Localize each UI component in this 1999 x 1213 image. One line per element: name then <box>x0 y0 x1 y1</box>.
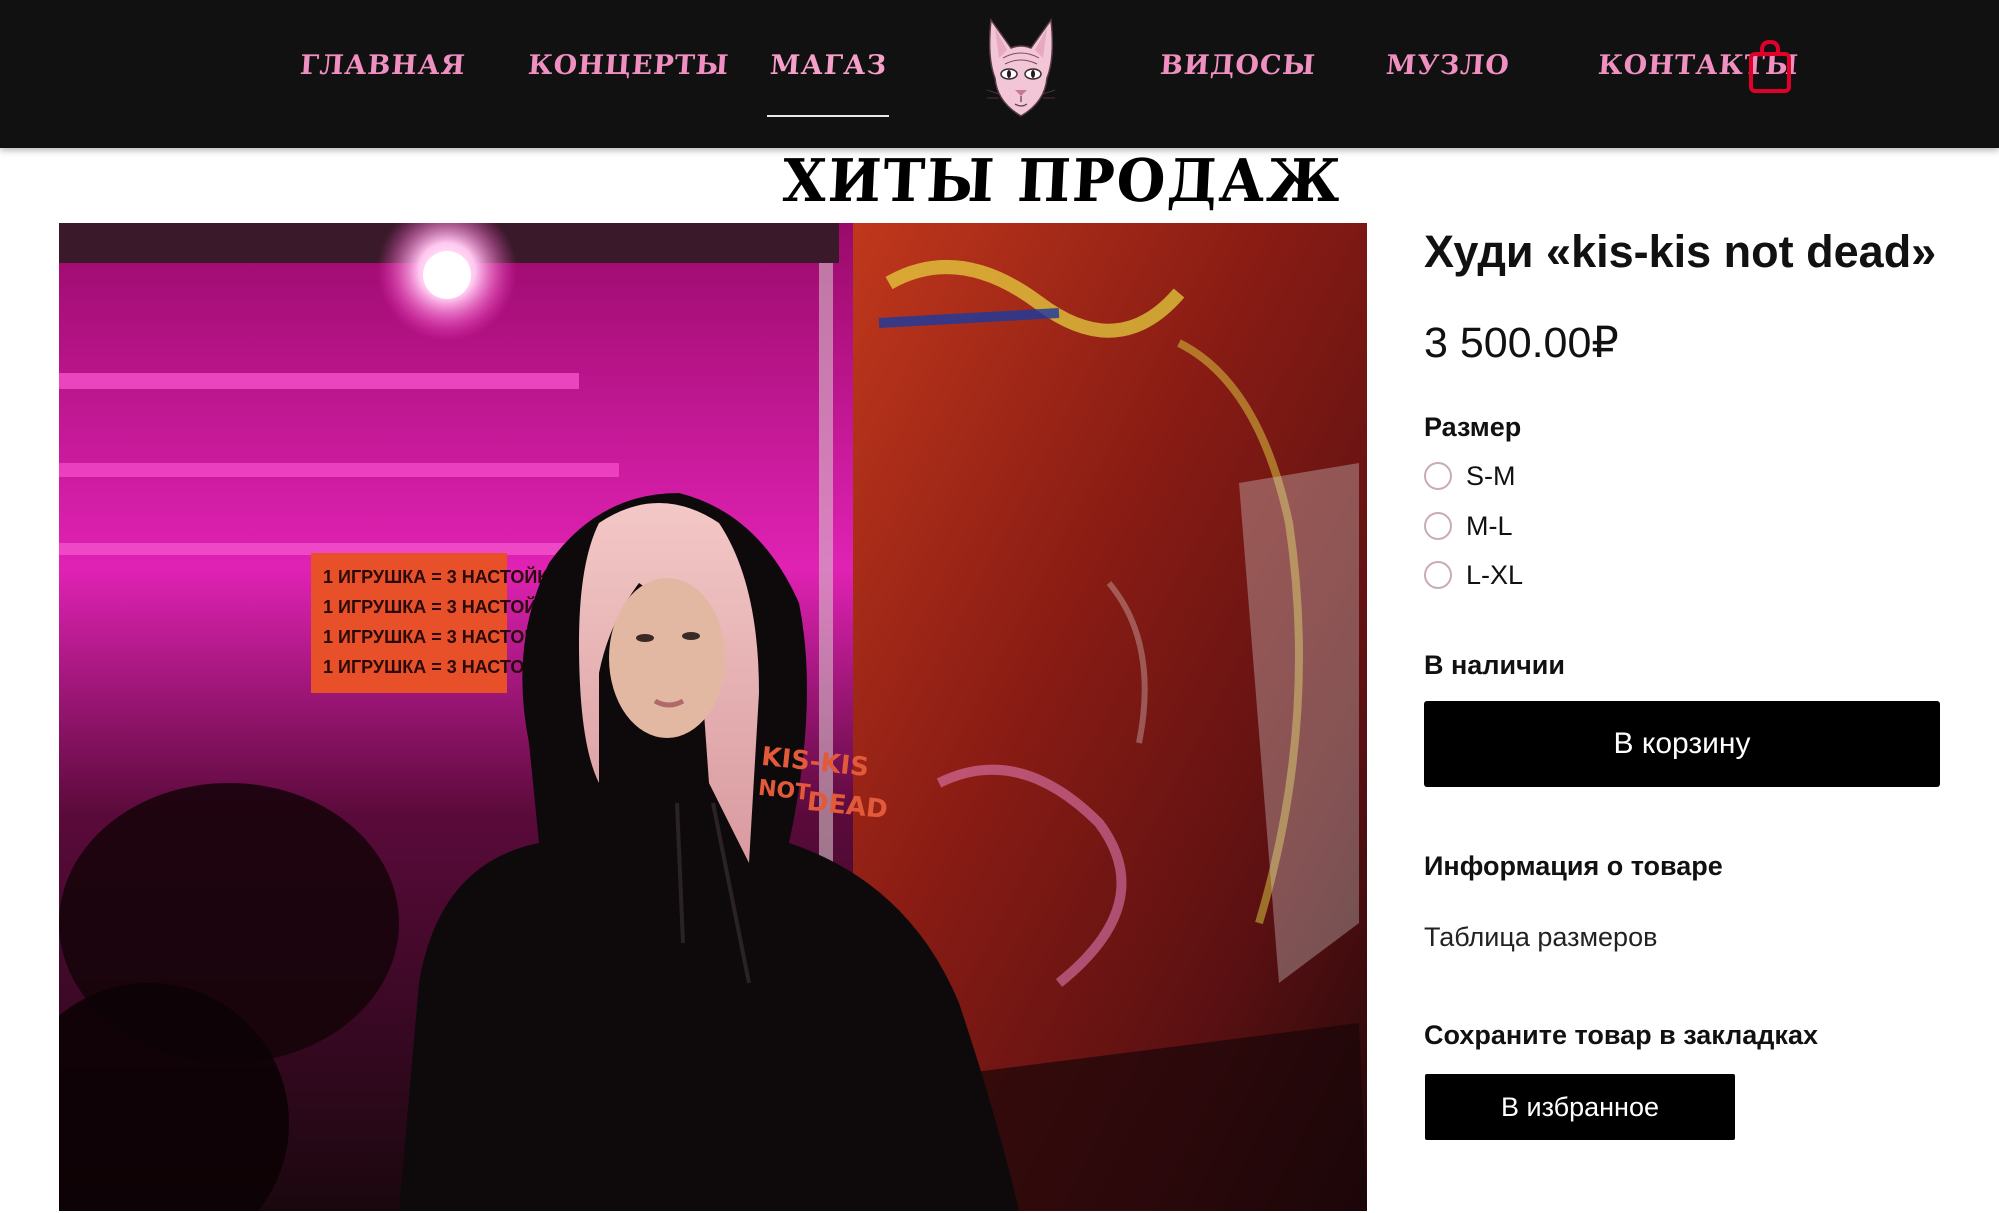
add-to-cart-button[interactable]: В корзину <box>1424 701 1940 787</box>
active-nav-underline <box>767 115 889 117</box>
site-header: ГЛАВНАЯ КОНЦЕРТЫ МАГАЗ ВИДОСЫ МУЗЛО КОНТ… <box>0 0 1999 148</box>
radio-button[interactable] <box>1424 462 1452 490</box>
stock-status: В наличии <box>1424 650 1565 680</box>
size-option-label: S-M <box>1466 460 1516 491</box>
product-photo[interactable]: 1 ИГРУШКА = 3 НАСТОЙКИ! 1 ИГРУШКА = 3 НА… <box>59 223 1367 1211</box>
nav-music[interactable]: МУЗЛО <box>1384 44 1511 88</box>
size-label: Размер <box>1424 412 1522 442</box>
size-option-label: M-L <box>1466 510 1513 541</box>
product-title: Худи «kis-kis not dead» <box>1424 226 1937 277</box>
size-option-l-xl[interactable]: L-XL <box>1424 557 1523 593</box>
size-option-s-m[interactable]: S-M <box>1424 458 1516 494</box>
nav-home[interactable]: ГЛАВНАЯ <box>298 44 467 88</box>
product-info-heading[interactable]: Информация о товаре <box>1424 851 1723 882</box>
radio-button[interactable] <box>1424 512 1452 540</box>
nav-concerts[interactable]: КОНЦЕРТЫ <box>526 44 730 88</box>
sign-text: 1 ИГРУШКА = 3 НАСТОЙКИ! <box>323 566 567 587</box>
nav-videos[interactable]: ВИДОСЫ <box>1158 44 1317 88</box>
radio-button[interactable] <box>1424 561 1452 589</box>
nav-contacts[interactable]: КОНТАКТЫ <box>1596 44 1800 88</box>
bookmark-heading: Сохраните товар в закладках <box>1424 1020 1818 1050</box>
product-photo-graphic: 1 ИГРУШКА = 3 НАСТОЙКИ! 1 ИГРУШКА = 3 НА… <box>59 223 1367 1211</box>
nav-shop[interactable]: МАГАЗ <box>768 44 888 88</box>
sphynx-cat-logo[interactable] <box>985 18 1057 120</box>
add-to-favorites-button[interactable]: В избранное <box>1425 1074 1735 1140</box>
section-title: ХИТЫ ПРОДАЖ <box>781 146 1344 216</box>
size-table-link[interactable]: Таблица размеров <box>1424 922 1657 953</box>
shopping-bag-icon[interactable] <box>1748 38 1792 94</box>
size-option-m-l[interactable]: M-L <box>1424 508 1513 544</box>
product-price: 3 500.00₽ <box>1424 319 1619 367</box>
size-option-label: L-XL <box>1466 559 1524 590</box>
